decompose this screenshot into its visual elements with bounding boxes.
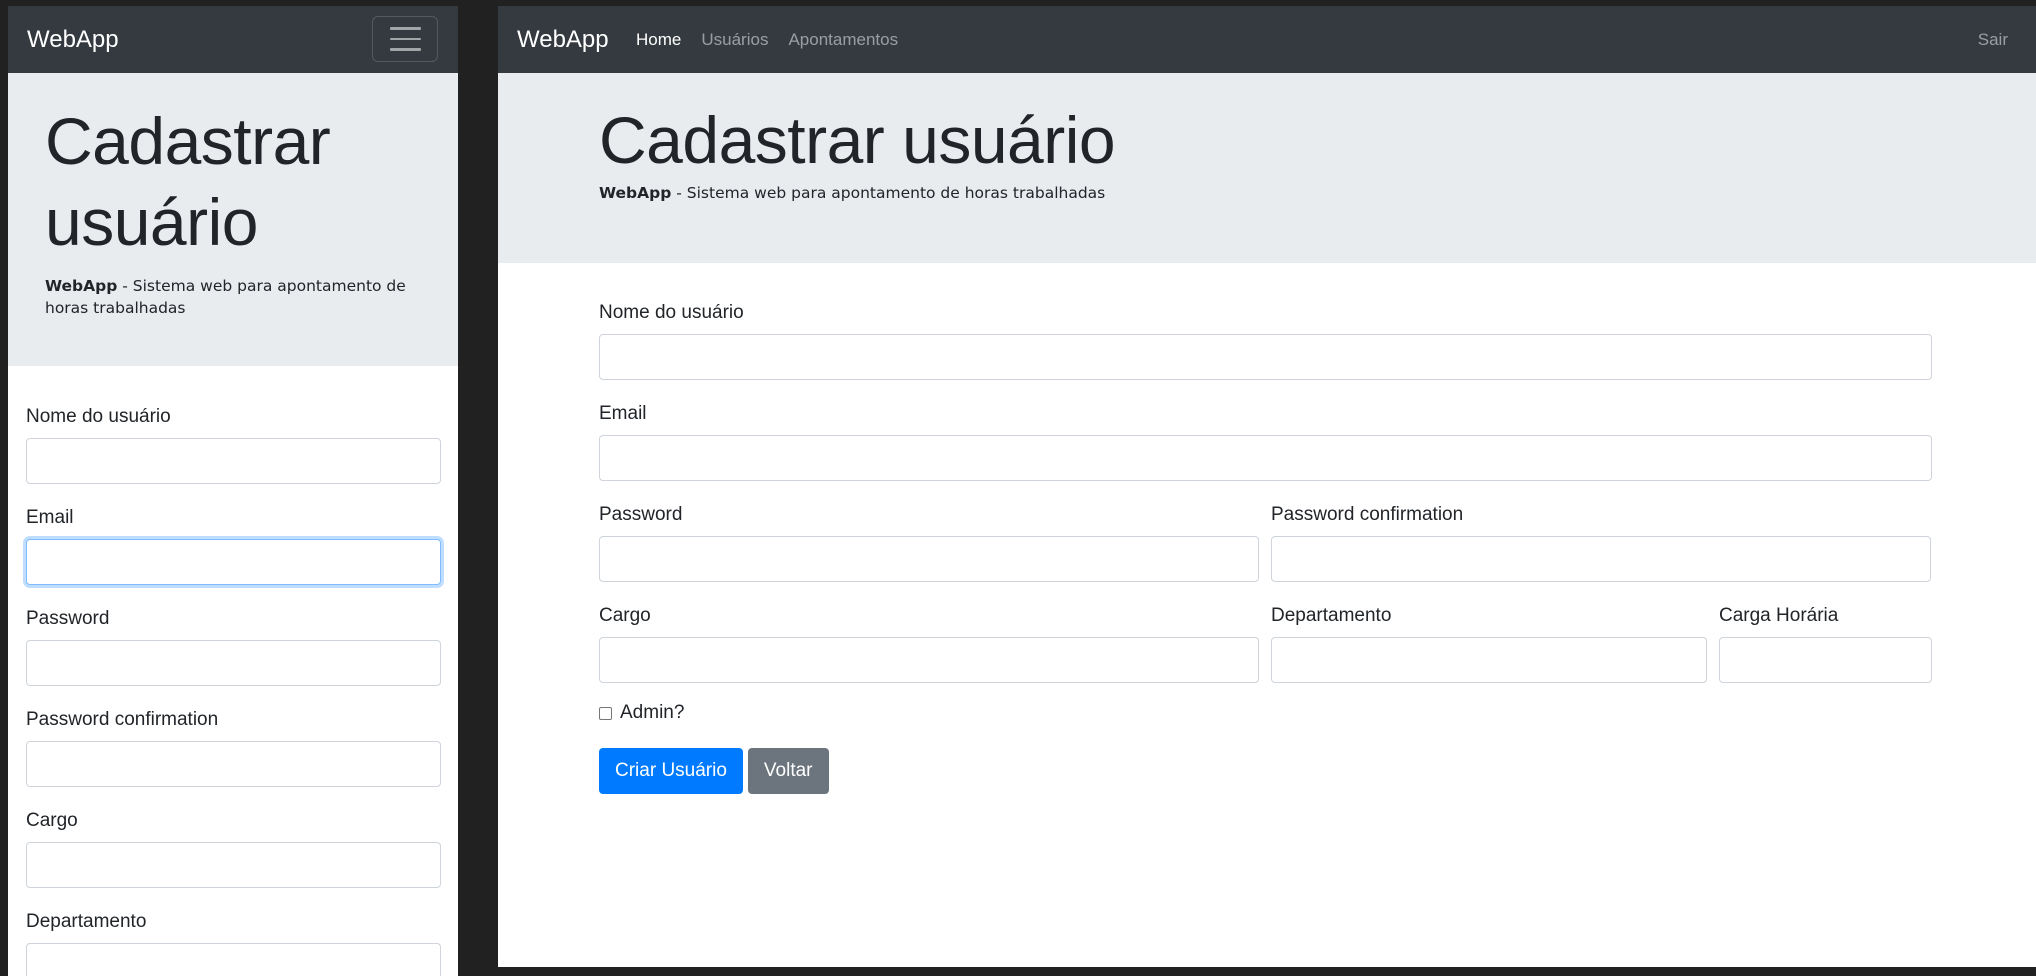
name-input[interactable] xyxy=(26,438,441,484)
cargo-input[interactable] xyxy=(599,637,1259,683)
password-confirmation-input[interactable] xyxy=(1271,536,1931,582)
form-actions: Criar Usuário Voltar xyxy=(599,748,1932,794)
password-label: Password xyxy=(26,608,110,629)
hamburger-icon xyxy=(389,48,421,51)
departamento-input[interactable] xyxy=(26,943,441,976)
desktop-viewport: WebApp Home Usuários Apontamentos Sair C… xyxy=(498,6,2036,967)
nav-links: Home Usuários Apontamentos xyxy=(636,6,898,73)
subtitle-text: - Sistema web para apontamento de horas … xyxy=(671,184,1106,203)
cargo-label: Cargo xyxy=(599,605,651,626)
create-user-button[interactable]: Criar Usuário xyxy=(599,748,743,794)
admin-checkbox[interactable] xyxy=(599,706,612,720)
name-label: Nome do usuário xyxy=(599,302,744,323)
brand-link[interactable]: WebApp xyxy=(27,6,119,73)
jumbotron: Cadastrar usuário WebApp - Sistema web p… xyxy=(498,73,2036,263)
password-input[interactable] xyxy=(599,536,1259,582)
navbar: WebApp xyxy=(8,6,458,73)
password-confirmation-input[interactable] xyxy=(26,741,441,787)
cargo-input[interactable] xyxy=(26,842,441,888)
user-form: Nome do usuário Email Password Password … xyxy=(599,302,1932,794)
email-input[interactable] xyxy=(26,539,441,585)
hamburger-icon xyxy=(389,27,421,30)
page-subtitle: WebApp - Sistema web para apontamento de… xyxy=(45,275,422,319)
departamento-input[interactable] xyxy=(1271,637,1707,683)
admin-checkbox-group: Admin? xyxy=(599,702,1932,724)
departamento-label: Departamento xyxy=(1271,605,1392,626)
nav-usuarios[interactable]: Usuários xyxy=(701,6,768,73)
page-title: Cadastrar usuário xyxy=(45,104,331,259)
nav-apontamentos[interactable]: Apontamentos xyxy=(788,6,898,73)
back-button[interactable]: Voltar xyxy=(747,748,829,794)
email-label: Email xyxy=(26,507,74,528)
admin-label: Admin? xyxy=(620,702,685,723)
email-label: Email xyxy=(599,403,647,424)
navbar-toggler-button[interactable] xyxy=(372,16,438,62)
navbar: WebApp Home Usuários Apontamentos Sair xyxy=(498,6,2036,73)
name-label: Nome do usuário xyxy=(26,406,171,427)
name-input[interactable] xyxy=(599,334,1932,380)
carga-horaria-label: Carga Horária xyxy=(1719,605,1839,626)
brand-link[interactable]: WebApp xyxy=(517,6,609,73)
carga-horaria-input[interactable] xyxy=(1719,637,1932,683)
departamento-label: Departamento xyxy=(26,911,147,932)
user-form: Nome do usuário Email Password Password … xyxy=(26,406,441,976)
page-title: Cadastrar usuário xyxy=(599,103,1116,177)
password-confirmation-label: Password confirmation xyxy=(1271,504,1464,525)
password-confirmation-label: Password confirmation xyxy=(26,709,219,730)
mobile-viewport: WebApp Cadastrar usuário WebApp - Sistem… xyxy=(8,6,458,976)
hamburger-icon xyxy=(389,37,421,41)
email-input[interactable] xyxy=(599,435,1932,481)
password-label: Password xyxy=(599,504,683,525)
password-input[interactable] xyxy=(26,640,441,686)
subtitle-brand: WebApp xyxy=(45,277,118,295)
page-subtitle: WebApp - Sistema web para apontamento de… xyxy=(599,184,2036,202)
nav-home[interactable]: Home xyxy=(636,6,681,73)
logout-link[interactable]: Sair xyxy=(1978,6,2008,73)
jumbotron: Cadastrar usuário WebApp - Sistema web p… xyxy=(8,73,458,366)
subtitle-brand: WebApp xyxy=(599,184,672,203)
cargo-label: Cargo xyxy=(26,810,78,831)
